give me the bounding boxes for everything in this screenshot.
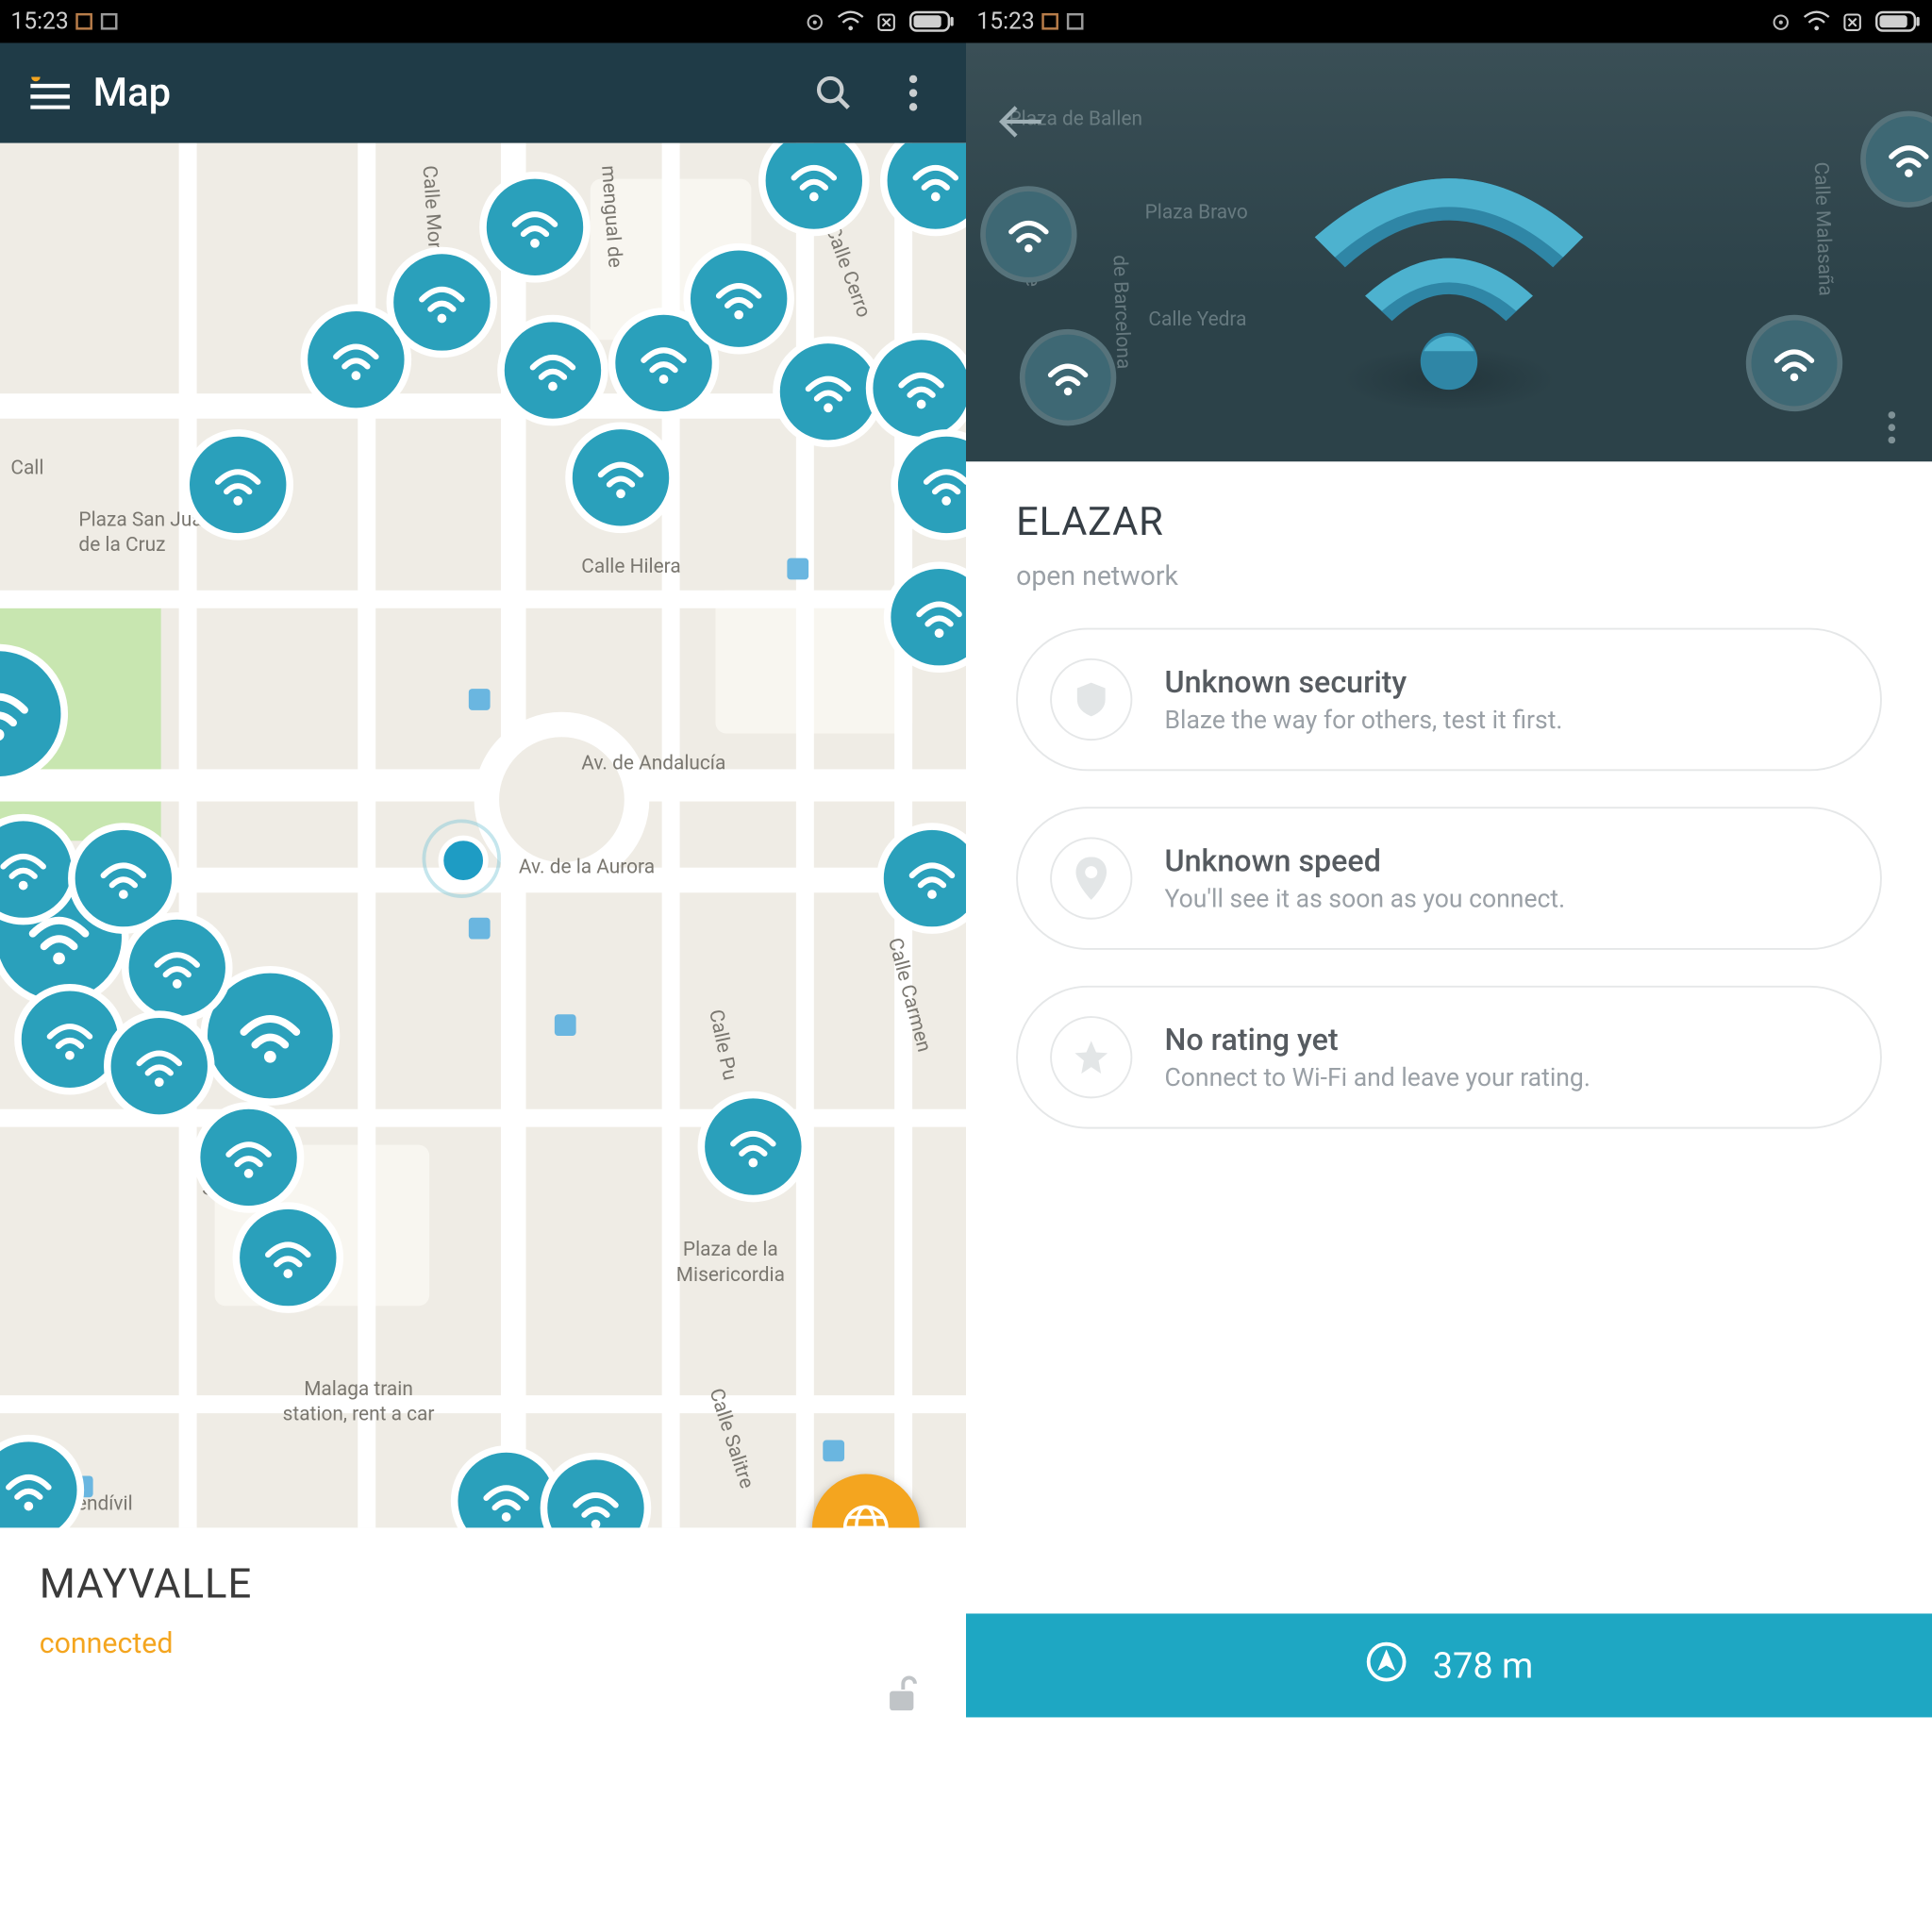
status-time: 15:23	[976, 8, 1034, 35]
bg-street: Calle Yedra	[1148, 308, 1246, 331]
card-sub: Connect to Wi-Fi and leave your rating.	[1164, 1063, 1590, 1091]
my-location-dot	[439, 836, 489, 886]
search-button[interactable]	[794, 54, 873, 132]
hero-header: Plaza de Ballen Plaza Bravo Calle Yedra …	[966, 43, 1932, 462]
back-button[interactable]	[998, 104, 1044, 147]
wifi-hotspot-pin[interactable]	[0, 1435, 84, 1528]
detail-body: ELAZAR open network Unknown security Bla…	[966, 461, 1932, 1128]
gps-icon	[803, 9, 826, 33]
bg-street: Plaza Bravo	[1145, 200, 1248, 224]
street-label: Plaza de la Misericordia	[676, 1238, 785, 1287]
pin-icon	[1050, 837, 1132, 919]
page-title: Map	[93, 71, 794, 115]
wifi-hotspot-pin[interactable]	[193, 1102, 305, 1213]
notif-icon	[1067, 12, 1085, 30]
wifi-hotspot-pin[interactable]	[698, 1091, 809, 1203]
network-type: open network	[1016, 560, 1882, 592]
notif-icon	[1041, 12, 1059, 30]
wifi-hotspot-pin[interactable]	[541, 1453, 652, 1528]
distance-value: 378 m	[1433, 1644, 1534, 1688]
overflow-menu-button[interactable]	[873, 54, 951, 132]
wifi-icon	[1803, 10, 1829, 32]
battery-icon	[908, 10, 955, 32]
wifi-hotspot-pin[interactable]	[880, 143, 966, 237]
card-title: No rating yet	[1164, 1023, 1590, 1058]
star-icon	[1050, 1016, 1132, 1098]
wifi-hotspot-pin[interactable]	[387, 247, 498, 358]
dim-pin	[1746, 315, 1842, 411]
transit-stop-icon	[787, 558, 808, 580]
street-label: Calle Cerro	[821, 223, 875, 321]
map-view[interactable]: Calle Monte mengual de Calle Cerro Call …	[0, 143, 966, 1528]
network-name: MAYVALLE	[40, 1560, 927, 1608]
unlock-icon	[884, 1674, 920, 1718]
dim-pin	[1020, 329, 1116, 425]
bg-street: de Barcelona	[1108, 255, 1136, 370]
dim-pin	[980, 186, 1076, 282]
wifi-hotspot-pin[interactable]	[683, 243, 794, 355]
dim-pin	[1860, 111, 1932, 208]
no-sim-icon	[1840, 9, 1864, 33]
street-label: Calle Pu	[704, 1008, 741, 1082]
status-bar: 15:23	[966, 0, 1932, 43]
wifi-hotspot-pin[interactable]	[565, 423, 676, 534]
street-label: Calle Carmen	[883, 935, 936, 1054]
no-sim-icon	[874, 9, 898, 33]
status-bar: 15:23	[0, 0, 966, 43]
navigate-icon	[1365, 1640, 1408, 1691]
transit-stop-icon	[555, 1014, 576, 1036]
wifi-hero-icon	[1279, 137, 1619, 412]
wifi-hotspot-pin[interactable]	[233, 1202, 344, 1313]
wifi-hotspot-pin[interactable]	[876, 823, 966, 934]
notif-icon	[75, 12, 93, 30]
transit-stop-icon	[823, 1441, 844, 1462]
info-card-security[interactable]: Unknown security Blaze the way for other…	[1016, 628, 1882, 772]
card-sub: Blaze the way for others, test it first.	[1164, 706, 1562, 734]
phone-map-screen: 15:23 Map	[0, 0, 966, 1717]
network-status: connected	[40, 1626, 927, 1660]
info-card-rating[interactable]: No rating yet Connect to Wi-Fi and leave…	[1016, 986, 1882, 1129]
card-title: Unknown speed	[1164, 843, 1565, 879]
bottom-sheet[interactable]: MAYVALLE connected	[0, 1527, 966, 1717]
street-label: Calle Hilera	[581, 555, 680, 578]
wifi-hotspot-pin[interactable]	[182, 429, 293, 541]
street-label: Av. de la Aurora	[519, 855, 655, 878]
wifi-hotspot-pin[interactable]	[104, 1010, 215, 1122]
gps-icon	[1769, 9, 1792, 33]
wifi-hotspot-pin[interactable]	[122, 912, 233, 1024]
info-card-speed[interactable]: Unknown speed You'll see it as soon as y…	[1016, 807, 1882, 950]
status-time: 15:23	[10, 8, 68, 35]
bg-street: Calle Malasaña	[1809, 161, 1838, 296]
wifi-hotspot-pin[interactable]	[479, 172, 591, 283]
distance-bar[interactable]: 378 m	[966, 1613, 1932, 1717]
street-label: Av. de Andalucía	[581, 751, 725, 774]
shield-icon	[1050, 658, 1132, 741]
wifi-hotspot-pin[interactable]	[866, 333, 966, 444]
phone-detail-screen: 15:23 Plaza de Ballen Plaza Bravo Calle …	[966, 0, 1932, 1717]
network-name: ELAZAR	[1016, 501, 1882, 545]
transit-stop-icon	[469, 689, 491, 710]
overflow-menu-button[interactable]	[1888, 411, 1896, 451]
notif-icon	[101, 12, 119, 30]
battery-icon	[1874, 10, 1921, 32]
street-label: Call	[10, 457, 43, 480]
menu-button[interactable]	[14, 58, 86, 129]
app-bar: Map	[0, 43, 966, 143]
card-title: Unknown security	[1164, 664, 1562, 700]
wifi-icon	[837, 10, 863, 32]
wifi-hotspot-pin[interactable]	[758, 143, 870, 237]
card-sub: You'll see it as soon as you connect.	[1164, 885, 1565, 913]
wifi-hotspot-pin[interactable]	[497, 315, 608, 426]
street-label: Malaga train station, rent a car	[283, 1377, 435, 1426]
transit-stop-icon	[469, 918, 491, 940]
